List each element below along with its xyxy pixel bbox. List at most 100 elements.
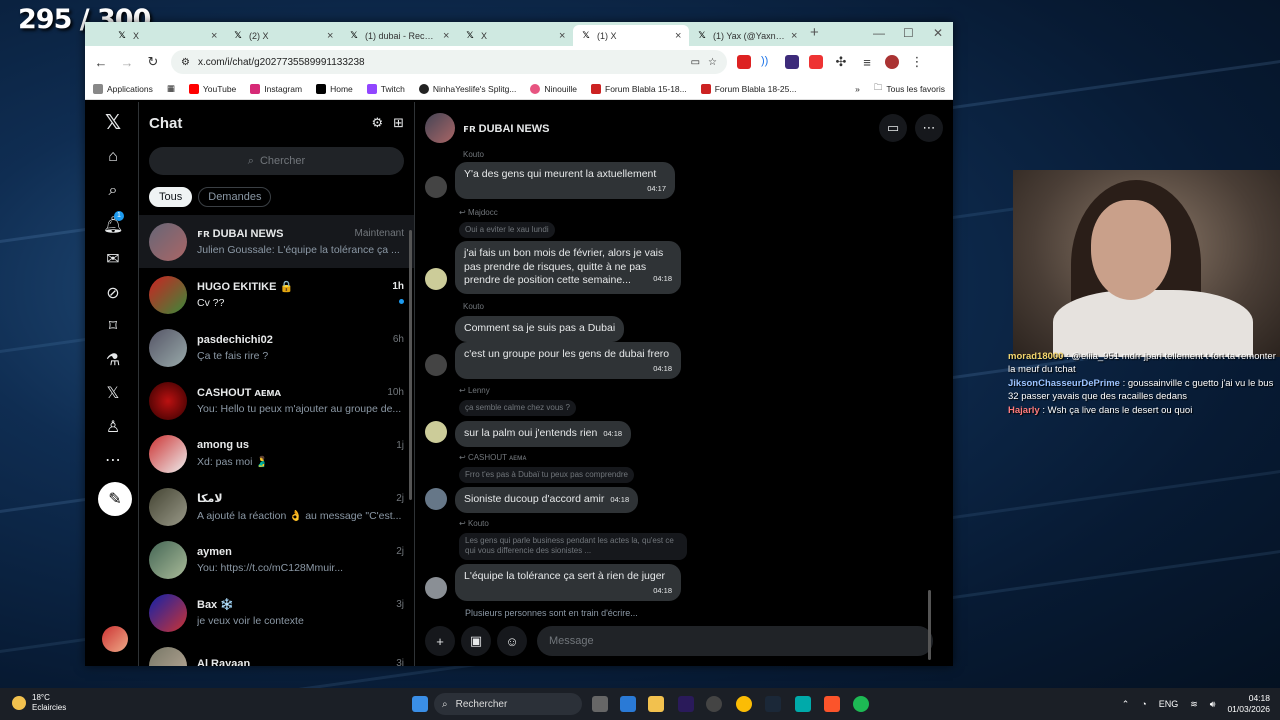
emoji-icon[interactable]: ☺ <box>497 626 527 656</box>
gif-icon[interactable]: ▣ <box>461 626 491 656</box>
bookmark-item[interactable]: Instagram <box>250 83 302 94</box>
conversation-item[interactable]: CASHOUT ᴀᴇᴍᴀ 10h You: Hello tu peux m'ajou… <box>139 374 414 427</box>
wifi-icon[interactable]: ≋ <box>1190 699 1198 710</box>
audio-extension-icon[interactable]: )) <box>761 55 775 69</box>
conversation-item[interactable]: لامكا 2j A ajouté la réaction 👌 au message… <box>139 480 414 533</box>
task-view-icon[interactable] <box>592 696 608 712</box>
bookmark-item[interactable]: Applications <box>93 83 153 94</box>
browser-tab[interactable]: 𝕏 X × <box>457 25 573 46</box>
brave-icon[interactable] <box>824 696 840 712</box>
forward-icon[interactable]: → <box>119 55 135 70</box>
home-icon[interactable]: ⌂ <box>103 148 123 166</box>
maximize-icon[interactable]: ☐ <box>903 26 914 40</box>
all-bookmarks[interactable]: 🗀 Tous les favoris <box>874 82 945 96</box>
address-bar[interactable]: ⚙ x.com/i/chat/g2027735589991133238 ▭ ☆ <box>171 50 727 74</box>
grid-icon[interactable]: ▦ <box>167 83 175 94</box>
bookmarks-more[interactable]: » <box>855 84 860 94</box>
back-icon[interactable]: ← <box>93 55 109 70</box>
start-icon[interactable] <box>412 696 428 712</box>
message-bubble[interactable]: Sioniste ducoup d'accord amir 04:18 <box>455 487 639 513</box>
bookmark-item[interactable]: NinhaYeslife's Splitg... <box>418 83 516 94</box>
app-icon[interactable] <box>795 696 811 712</box>
settings-gear-icon[interactable]: ⚙ <box>371 115 383 131</box>
message-bubble[interactable]: L'équipe la tolérance ça sert à rien de … <box>455 564 681 602</box>
site-info-icon[interactable]: ⚙ <box>181 57 190 68</box>
message-bubble[interactable]: c'est un groupe pour les gens de dubai f… <box>455 342 681 380</box>
message-bubble[interactable]: j'ai fais un bon mois de février, alors … <box>455 241 681 294</box>
new-message-icon[interactable]: ⊞ <box>393 115 404 131</box>
puzzle-icon[interactable]: ✣ <box>833 54 849 70</box>
profile-icon[interactable]: ♙ <box>103 417 123 437</box>
bookmark-item[interactable]: Forum Blabla 15-18... <box>591 83 687 94</box>
chevron-up-icon[interactable]: ⌃ <box>1122 699 1130 710</box>
conversation-item[interactable]: HUGO EKITIKE 🔒 1h Cv ?? <box>139 268 414 321</box>
kebab-menu-icon[interactable]: ⋮ <box>909 54 925 70</box>
bookmark-item[interactable]: Home <box>316 83 353 94</box>
conversation-item[interactable]: Al Rayaan 3j <box>139 639 414 666</box>
conversation-item[interactable]: Bax ❄️ 3j je veux voir le contexte <box>139 586 414 639</box>
message-input[interactable]: Message <box>537 626 933 656</box>
notifications-icon[interactable]: 🔔︎ 1 <box>103 211 124 235</box>
reload-icon[interactable]: ↻ <box>145 54 161 70</box>
minimize-icon[interactable]: — <box>873 26 885 40</box>
compose-post-button[interactable]: ✎ <box>98 482 132 516</box>
extension-icon[interactable] <box>737 55 751 69</box>
reading-list-icon[interactable]: ≡ <box>859 55 875 70</box>
search-icon[interactable]: ⌕ <box>103 182 123 200</box>
bookmark-item[interactable]: Forum Blabla 18-25... <box>700 83 796 94</box>
chat-scrollbar[interactable] <box>928 590 931 660</box>
taskbar-search[interactable]: ⌕ Rechercher <box>434 693 582 715</box>
account-avatar[interactable] <box>102 626 128 652</box>
x-logo-icon[interactable]: 𝕏 <box>103 110 123 135</box>
app-icon[interactable] <box>706 696 722 712</box>
bookmark-item[interactable]: Twitch <box>366 83 405 94</box>
extension-icon[interactable] <box>809 55 823 69</box>
star-icon[interactable]: ☆ <box>708 57 717 68</box>
message-bubble[interactable]: sur la palm oui j'entends rien 04:18 <box>455 421 632 447</box>
premiere-icon[interactable] <box>678 696 694 712</box>
browser-tab[interactable]: 𝕏 (2) X × <box>225 25 341 46</box>
messages-icon[interactable]: ✉ <box>103 249 123 269</box>
volume-icon[interactable]: 🔊︎ <box>1210 699 1216 710</box>
group-avatar[interactable] <box>425 113 455 143</box>
grok-icon[interactable]: ⊘ <box>103 283 123 303</box>
conversation-item[interactable]: pasdechichi02 6h Ça te fais rire ? <box>139 321 414 374</box>
store-icon[interactable] <box>620 696 636 712</box>
premium-x-icon[interactable]: 𝕏 <box>103 383 123 403</box>
weather-widget[interactable]: 18°C Eclaircies <box>12 693 66 713</box>
browser-tab-active[interactable]: 𝕏 (1) X × <box>573 25 690 46</box>
new-tab-button[interactable]: + <box>810 24 819 41</box>
conversation-item[interactable]: among us 1j Xd: pas moi 🫃 <box>139 427 414 480</box>
message-bubble[interactable]: Comment sa je suis pas a Dubai <box>455 316 625 342</box>
lang-indicator[interactable]: ENG <box>1159 699 1179 709</box>
search-input[interactable]: ⌕ Chercher <box>149 147 404 175</box>
browser-tab[interactable]: 𝕏(1) dubai - Recherche× <box>341 25 457 46</box>
browser-tab[interactable]: 𝕏 X × <box>109 25 225 46</box>
network-icon[interactable]: ◔ <box>1141 699 1146 709</box>
filter-requests[interactable]: Demandes <box>198 187 272 207</box>
profile-avatar[interactable] <box>885 55 899 69</box>
chrome-icon[interactable] <box>736 696 752 712</box>
bookmark-item[interactable]: Ninouille <box>530 83 577 94</box>
extension-icon[interactable] <box>785 55 799 69</box>
folder-icon[interactable] <box>648 696 664 712</box>
video-call-icon[interactable]: ▭ <box>879 114 907 142</box>
conversation-item[interactable]: aymen 2j You: https://t.co/mC128Mmuir... <box>139 533 414 586</box>
filter-all[interactable]: Tous <box>149 187 193 207</box>
clock[interactable]: 04:18 01/03/2026 <box>1227 693 1270 715</box>
add-attachment-icon[interactable]: + <box>425 626 455 656</box>
bookmark-item[interactable]: YouTube <box>188 83 236 94</box>
message-bubble[interactable]: Y'a des gens qui meurent la axtuellement… <box>455 162 675 200</box>
group-title[interactable]: ꜰʀ DUBAI NEWS <box>463 122 871 135</box>
close-window-icon[interactable]: ✕ <box>933 26 943 40</box>
bookmarks-icon[interactable]: ⌑ <box>103 316 123 336</box>
spotify-icon[interactable] <box>853 696 869 712</box>
more-circle-icon[interactable]: ⋯ <box>103 450 123 470</box>
browser-tab[interactable]: 𝕏 (1) Yax (@Yaxnag) × <box>689 25 805 46</box>
list-scrollbar[interactable] <box>409 230 412 500</box>
steam-icon[interactable] <box>765 696 781 712</box>
lab-icon[interactable]: ⚗ <box>103 350 123 370</box>
cast-icon[interactable]: ▭ <box>691 57 700 68</box>
conversation-item[interactable]: ꜰʀ DUBAI NEWS Maintenant Julien Goussale: … <box>139 215 414 268</box>
more-options-icon[interactable]: ⋯ <box>915 114 943 142</box>
